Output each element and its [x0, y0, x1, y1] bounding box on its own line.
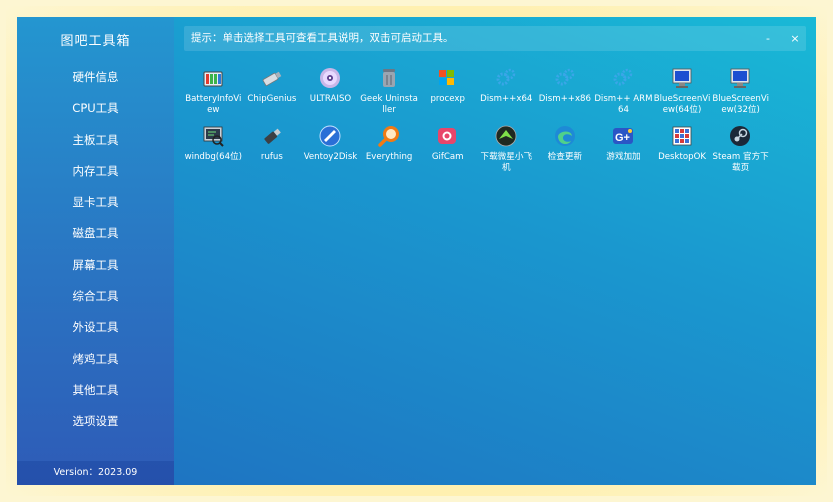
tool-batteryinfoview[interactable]: BatteryInfoView — [184, 65, 243, 119]
disc-icon — [319, 67, 341, 89]
tool-label: Dism++x86 — [538, 94, 591, 104]
tool-label: 游戏加加 — [606, 152, 641, 162]
tool-label: ChipGenius — [247, 94, 297, 104]
svg-text:G+: G+ — [615, 132, 630, 144]
monitor-icon — [729, 67, 751, 89]
app-window: 图吧工具箱 硬件信息 CPU工具 主板工具 内存工具 显卡工具 磁盘工具 屏幕工… — [17, 17, 816, 485]
tool-game-plus[interactable]: G+ 游戏加加 — [594, 123, 653, 177]
sidebar-item-memory-tools[interactable]: 内存工具 — [17, 156, 174, 187]
minimize-button[interactable]: - — [758, 26, 778, 51]
sidebar-item-other-tools[interactable]: 其他工具 — [17, 375, 174, 406]
tool-label: rufus — [260, 152, 283, 162]
tool-label: Dism++x64 — [480, 94, 533, 104]
camera-icon — [436, 125, 458, 147]
trash-can-icon — [378, 67, 400, 89]
tool-label: Steam 官方下载页 — [712, 152, 769, 173]
tool-bluescreenview-64[interactable]: BlueScreenView(64位) — [653, 65, 712, 119]
tool-ventoy2disk[interactable]: Ventoy2Disk — [301, 123, 360, 177]
sidebar-item-stress-test-tools[interactable]: 烤鸡工具 — [17, 344, 174, 375]
tool-dism-x64[interactable]: Dism++x64 — [477, 65, 536, 119]
tool-geek-uninstaller[interactable]: Geek Uninstaller — [360, 65, 419, 119]
tool-label: ULTRAISO — [309, 94, 352, 104]
gears-icon — [612, 67, 634, 89]
edge-icon — [554, 125, 576, 147]
hint-text: 提示：单击选择工具可查看工具说明，双击可启动工具。 — [191, 32, 454, 44]
tool-label: BlueScreenView(32位) — [712, 94, 769, 115]
tool-steam[interactable]: Steam 官方下载页 — [711, 123, 770, 177]
usb-drive-icon — [261, 67, 283, 89]
tool-everything[interactable]: Everything — [360, 123, 419, 177]
sidebar-item-gpu-tools[interactable]: 显卡工具 — [17, 187, 174, 218]
sidebar-item-motherboard-tools[interactable]: 主板工具 — [17, 125, 174, 156]
magnifier-icon — [378, 125, 400, 147]
monitor-icon — [671, 67, 693, 89]
tool-dism-x86[interactable]: Dism++x86 — [536, 65, 595, 119]
sidebar-item-general-tools[interactable]: 综合工具 — [17, 281, 174, 312]
tool-msi-afterburner[interactable]: 下载微星小飞机 — [477, 123, 536, 177]
tool-label: BlueScreenView(64位) — [653, 94, 711, 115]
app-title: 图吧工具箱 — [60, 34, 131, 49]
tool-chipgenius[interactable]: ChipGenius — [243, 65, 302, 119]
sidebar-item-screen-tools[interactable]: 屏幕工具 — [17, 250, 174, 281]
tool-label: 下载微星小飞机 — [480, 152, 533, 173]
desktop-grid-icon — [671, 125, 693, 147]
gears-icon — [554, 67, 576, 89]
tool-windbg[interactable]: windbg(64位) — [184, 123, 243, 177]
tool-desktopok[interactable]: DesktopOK — [653, 123, 712, 177]
hint-bar: 提示：单击选择工具可查看工具说明，双击可启动工具。 - × — [184, 26, 806, 51]
tool-label: DesktopOK — [658, 152, 706, 162]
tool-gifcam[interactable]: GifCam — [418, 123, 477, 177]
tool-label: Dism++ ARM64 — [594, 94, 653, 115]
usb-stick-icon — [261, 125, 283, 147]
version-label: Version：2023.09 — [17, 461, 174, 485]
sidebar-nav: 硬件信息 CPU工具 主板工具 内存工具 显卡工具 磁盘工具 屏幕工具 综合工具… — [17, 62, 174, 438]
steam-icon — [729, 125, 751, 147]
close-button[interactable]: × — [785, 26, 805, 51]
tool-label: BatteryInfoView — [185, 94, 242, 115]
tool-label: procexp — [430, 94, 465, 104]
tool-label: 检查更新 — [547, 152, 583, 162]
tool-label: Everything — [365, 152, 413, 162]
tool-check-update[interactable]: 检查更新 — [536, 123, 595, 177]
afterburner-icon — [495, 125, 517, 147]
sidebar-item-peripheral-tools[interactable]: 外设工具 — [17, 312, 174, 343]
tool-rufus[interactable]: rufus — [243, 123, 302, 177]
sidebar: 图吧工具箱 硬件信息 CPU工具 主板工具 内存工具 显卡工具 磁盘工具 屏幕工… — [17, 17, 174, 485]
main-panel: 提示：单击选择工具可查看工具说明，双击可启动工具。 - × BatteryInf… — [174, 17, 816, 485]
ventoy-icon — [319, 125, 341, 147]
tool-procexp[interactable]: procexp — [418, 65, 477, 119]
tool-label: windbg(64位) — [184, 152, 243, 162]
tool-grid: BatteryInfoView ChipGenius ULTRAISO Geek… — [184, 65, 784, 177]
tool-dism-arm64[interactable]: Dism++ ARM64 — [594, 65, 653, 119]
windows-flag-icon — [436, 67, 458, 89]
tool-label: GifCam — [431, 152, 464, 162]
sidebar-item-hardware-info[interactable]: 硬件信息 — [17, 62, 174, 93]
tool-label: Geek Uninstaller — [360, 94, 418, 115]
debugger-monitor-icon — [202, 125, 224, 147]
game-plus-icon: G+ — [612, 125, 634, 147]
tool-label: Ventoy2Disk — [303, 152, 358, 162]
sidebar-item-settings[interactable]: 选项设置 — [17, 406, 174, 437]
battery-icon — [202, 67, 224, 89]
sidebar-item-cpu-tools[interactable]: CPU工具 — [17, 93, 174, 124]
tool-ultraiso[interactable]: ULTRAISO — [301, 65, 360, 119]
tool-bluescreenview-32[interactable]: BlueScreenView(32位) — [711, 65, 770, 119]
gears-icon — [495, 67, 517, 89]
sidebar-item-disk-tools[interactable]: 磁盘工具 — [17, 218, 174, 249]
